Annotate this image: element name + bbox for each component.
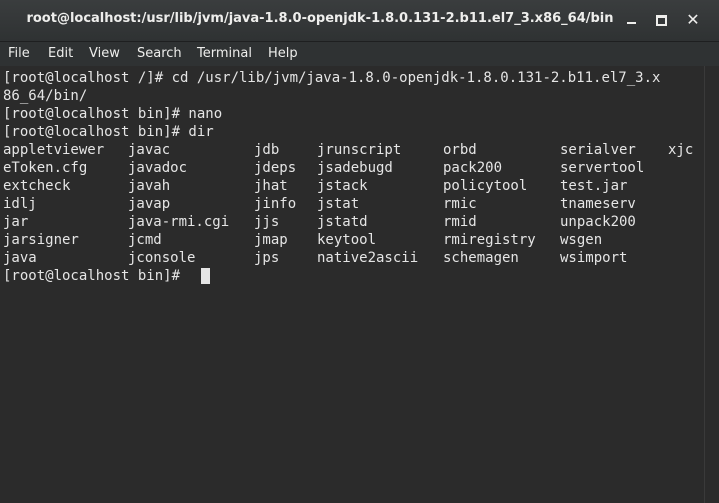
listing-entry: rmid (443, 214, 477, 230)
terminal-line: [root@localhost bin]# dir (3, 124, 214, 140)
listing-entry: extcheck (3, 178, 71, 194)
terminal-line: 86_64/bin/ (3, 88, 88, 104)
menu-search[interactable]: Search (137, 46, 182, 61)
listing-entry: jconsole (128, 250, 196, 266)
listing-entry: servertool (560, 160, 645, 176)
listing-entry: policytool (443, 178, 528, 194)
listing-entry: idlj (3, 196, 37, 212)
listing-entry: serialver (560, 142, 636, 158)
listing-entry: wsgen (560, 232, 603, 248)
close-button[interactable]: ✕ (683, 10, 703, 30)
window-title: root@localhost:/usr/lib/jvm/java-1.8.0-o… (26, 11, 614, 26)
listing-entry: jhat (254, 178, 288, 194)
listing-entry: jps (254, 250, 280, 266)
listing-entry: test.jar (560, 178, 628, 194)
title-bar[interactable]: root@localhost:/usr/lib/jvm/java-1.8.0-o… (0, 0, 719, 42)
minimize-button[interactable] (622, 10, 642, 30)
listing-entry: java (3, 250, 37, 266)
scrollbar[interactable] (704, 66, 719, 503)
terminal-line: [root@localhost bin]# nano (3, 106, 223, 122)
text-cursor (201, 268, 210, 284)
listing-entry: wsimport (560, 250, 628, 266)
prompt-line: [root@localhost bin]# (3, 268, 189, 284)
terminal-line: [root@localhost /]# cd /usr/lib/jvm/java… (3, 70, 661, 86)
listing-entry: pack200 (443, 160, 503, 176)
listing-entry: native2ascii (317, 250, 419, 266)
listing-entry: jar (3, 214, 29, 230)
menu-view[interactable]: View (89, 46, 120, 61)
listing-entry: jcmd (128, 232, 162, 248)
listing-entry: jinfo (254, 196, 297, 212)
close-icon: ✕ (686, 10, 700, 29)
listing-entry: javap (128, 196, 171, 212)
menu-help[interactable]: Help (268, 46, 298, 61)
listing-entry: javah (128, 178, 171, 194)
maximize-button[interactable] (651, 10, 671, 30)
menu-terminal[interactable]: Terminal (197, 46, 252, 61)
listing-entry: jjs (254, 214, 280, 230)
maximize-icon (656, 15, 667, 26)
listing-entry: tnameserv (560, 196, 636, 212)
listing-entry: orbd (443, 142, 477, 158)
terminal-window: root@localhost:/usr/lib/jvm/java-1.8.0-o… (0, 0, 719, 503)
listing-entry: rmic (443, 196, 477, 212)
listing-entry: jsadebugd (317, 160, 393, 176)
listing-entry: appletviewer (3, 142, 105, 158)
listing-entry: xjc (668, 142, 694, 158)
listing-entry: jstack (317, 178, 368, 194)
listing-entry: javac (128, 142, 171, 158)
listing-entry: unpack200 (560, 214, 636, 230)
menu-bar: File Edit View Search Terminal Help (0, 42, 719, 66)
listing-entry: rmiregistry (443, 232, 536, 248)
listing-entry: jdeps (254, 160, 297, 176)
listing-entry: jrunscript (317, 142, 402, 158)
terminal-output[interactable]: [root@localhost /]# cd /usr/lib/jvm/java… (0, 66, 705, 503)
listing-entry: javadoc (128, 160, 188, 176)
listing-entry: jmap (254, 232, 288, 248)
listing-entry: jarsigner (3, 232, 79, 248)
menu-file[interactable]: File (8, 46, 30, 61)
listing-entry: jstatd (317, 214, 368, 230)
listing-entry: eToken.cfg (3, 160, 88, 176)
minimize-icon (627, 22, 636, 24)
listing-entry: java-rmi.cgi (128, 214, 230, 230)
listing-entry: jdb (254, 142, 280, 158)
listing-entry: jstat (317, 196, 360, 212)
menu-edit[interactable]: Edit (48, 46, 73, 61)
listing-entry: keytool (317, 232, 377, 248)
listing-entry: schemagen (443, 250, 519, 266)
